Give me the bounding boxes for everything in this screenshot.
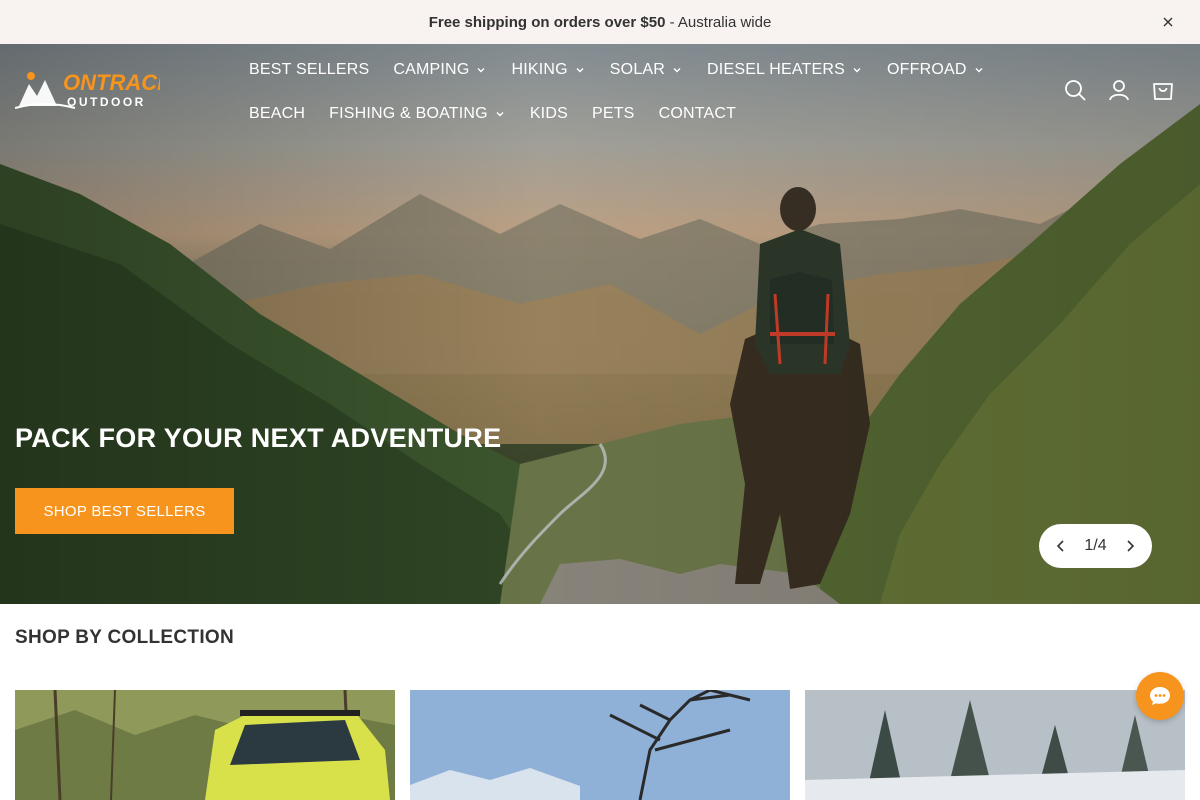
shop-best-sellers-button[interactable]: SHOP BEST SELLERS (15, 488, 234, 534)
nav-item-kids[interactable]: KIDS (530, 105, 568, 123)
chevron-down-icon (975, 68, 983, 73)
chevron-left-icon[interactable] (1053, 538, 1069, 554)
collection-image (805, 690, 1185, 800)
nav-item-label: PETS (591, 105, 635, 122)
nav-row-2: BEACH FISHING & BOATING KIDS PETS CONTACT (249, 92, 949, 136)
nav-row-1: BEST SELLERS CAMPING HIKING SOLAR DIESEL HEA… (249, 48, 983, 92)
collection-card-diesel-heaters[interactable] (805, 690, 1185, 800)
nav-item-label: BEST SELLERS (249, 61, 370, 78)
slider-controls: 1/4 (1039, 524, 1152, 568)
nav-item-fishing-and-boating[interactable]: FISHING & BOATING (329, 105, 506, 123)
nav-item-best-sellers[interactable]: BEST SELLERS (249, 61, 369, 79)
svg-text:ONTRACK: ONTRACK (63, 70, 160, 95)
nav-item-label: BEACH (249, 105, 306, 122)
nav-item-offroad[interactable]: OFFROAD (887, 61, 985, 79)
nav-item-camping[interactable]: CAMPING (393, 61, 487, 79)
chat-button[interactable] (1136, 672, 1184, 720)
nav-item-label: HIKING (511, 61, 568, 78)
collection-card-camping[interactable] (410, 690, 790, 800)
nav-item-pets[interactable]: PETS (592, 105, 635, 123)
nav-item-hiking[interactable]: HIKING (511, 61, 585, 79)
nav-item-label: FISHING & BOATING (329, 105, 488, 122)
announcement-bar: Free shipping on orders over $50 - Austr… (0, 0, 1200, 44)
nav-item-beach[interactable]: BEACH (249, 105, 305, 123)
chevron-right-icon[interactable] (1122, 538, 1138, 554)
chat-icon (1150, 687, 1170, 705)
collection-card-offroad[interactable] (15, 690, 395, 800)
nav-item-label: CAMPING (393, 61, 470, 78)
chevron-down-icon (673, 68, 681, 73)
cart-icon[interactable] (1151, 78, 1175, 102)
section-title: SHOP BY COLLECTION (15, 627, 235, 648)
nav-item-label: OFFROAD (887, 61, 967, 78)
nav-item-label: SOLAR (609, 61, 666, 78)
close-icon[interactable] (1158, 12, 1178, 32)
search-icon[interactable] (1063, 78, 1087, 102)
account-icon[interactable] (1107, 78, 1131, 102)
nav-item-label: CONTACT (658, 105, 737, 122)
slide-counter: 1/4 (1084, 537, 1107, 554)
collection-image (15, 690, 395, 800)
chevron-down-icon (496, 112, 504, 117)
nav-item-label: DIESEL HEATERS (707, 61, 845, 78)
chevron-down-icon (576, 68, 584, 73)
nav-item-diesel-heaters[interactable]: DIESEL HEATERS (707, 61, 863, 79)
svg-text:OUTDOOR: OUTDOOR (67, 95, 146, 109)
nav-item-solar[interactable]: SOLAR (610, 61, 683, 79)
main-navigation: BEST SELLERS CAMPING HIKING SOLAR DIESEL HEA… (249, 48, 983, 136)
brand-logo[interactable]: ONTRACK OUTDOOR (15, 66, 160, 112)
hero-title: PACK FOR YOUR NEXT ADVENTURE (15, 423, 502, 453)
header-icons (1043, 78, 1175, 102)
chevron-down-icon (853, 68, 861, 73)
chevron-down-icon (477, 68, 485, 73)
nav-item-label: KIDS (529, 105, 568, 122)
announcement-text: Free shipping on orders over $50 - Austr… (428, 13, 772, 31)
nav-item-contact[interactable]: CONTACT (659, 105, 737, 123)
collection-image (410, 690, 790, 800)
